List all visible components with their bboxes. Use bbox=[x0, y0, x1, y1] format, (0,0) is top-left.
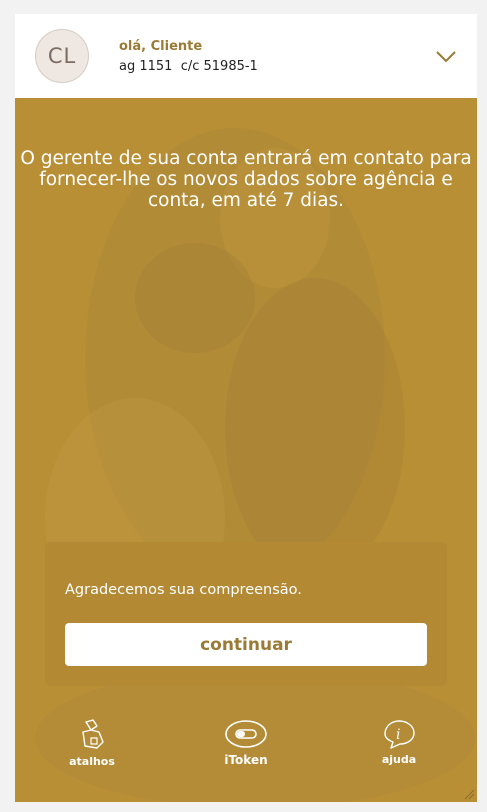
itoken-icon bbox=[225, 720, 267, 748]
app-window: CL olá, Cliente ag 1151 c/c 51985-1 O ge… bbox=[15, 14, 477, 802]
help-icon: i bbox=[384, 720, 415, 749]
info-message: O gerente de sua conta entrará em contat… bbox=[20, 148, 472, 211]
greeting-text: olá, Cliente bbox=[119, 39, 203, 54]
confirmation-card: Agradecemos sua compreensão. continuar bbox=[45, 542, 447, 686]
avatar-initials: CL bbox=[47, 44, 77, 68]
tab-itoken[interactable]: iToken bbox=[196, 718, 296, 767]
account-header: CL olá, Cliente ag 1151 c/c 51985-1 bbox=[15, 14, 477, 98]
tab-itoken-label: iToken bbox=[224, 753, 268, 767]
message-screen: O gerente de sua conta entrará em contat… bbox=[15, 98, 477, 802]
tab-ajuda-label: ajuda bbox=[381, 753, 417, 766]
avatar[interactable]: CL bbox=[35, 29, 89, 83]
svg-text:i: i bbox=[396, 727, 400, 743]
account-info: ag 1151 c/c 51985-1 bbox=[119, 59, 258, 74]
thanks-text: Agradecemos sua compreensão. bbox=[65, 582, 302, 598]
tab-atalhos-label: atalhos bbox=[69, 755, 115, 768]
tab-atalhos[interactable]: atalhos bbox=[42, 718, 142, 768]
tab-ajuda[interactable]: i ajuda bbox=[349, 718, 449, 766]
chevron-down-icon[interactable] bbox=[435, 50, 457, 64]
shortcuts-icon bbox=[82, 719, 104, 749]
continue-button[interactable]: continuar bbox=[65, 623, 427, 666]
resize-grip-icon[interactable] bbox=[463, 788, 475, 800]
